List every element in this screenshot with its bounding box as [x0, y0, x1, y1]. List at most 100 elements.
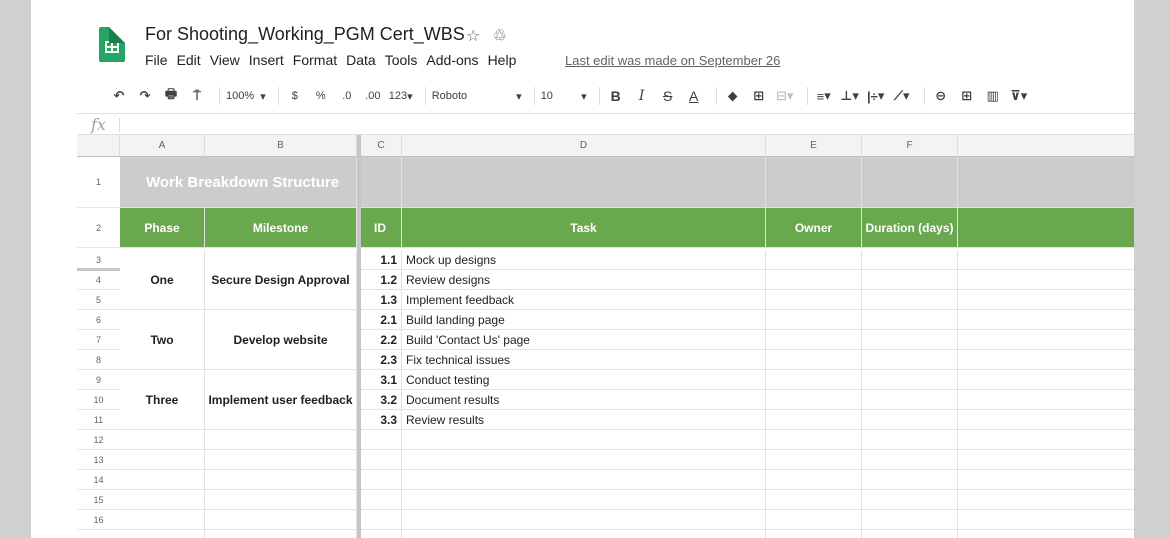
phase-cell[interactable]: Three: [120, 370, 205, 430]
column-header-a[interactable]: A: [120, 135, 205, 157]
cell[interactable]: [402, 157, 766, 208]
task-cell[interactable]: Build 'Contact Us' page: [402, 330, 766, 350]
column-header-blank[interactable]: [958, 135, 1134, 157]
header-duration[interactable]: Duration (days): [862, 208, 958, 248]
menu-file[interactable]: File: [145, 52, 168, 68]
column-header-c[interactable]: C: [361, 135, 402, 157]
bold-button[interactable]: B: [606, 84, 626, 108]
owner-column-cells[interactable]: [766, 250, 862, 538]
menu-insert[interactable]: Insert: [249, 52, 284, 68]
menu-format[interactable]: Format: [293, 52, 337, 68]
header-task[interactable]: Task: [402, 208, 766, 248]
cell[interactable]: [361, 157, 402, 208]
text-color-button[interactable]: A: [684, 84, 704, 108]
filter-icon[interactable]: ⊽ ▾: [1009, 84, 1029, 108]
row-header-12[interactable]: 12: [77, 430, 120, 450]
redo-icon[interactable]: ↷: [135, 84, 155, 108]
frozen-row-divider[interactable]: [77, 268, 120, 271]
frozen-column-divider[interactable]: [357, 135, 361, 538]
task-id-cell[interactable]: 2.3: [361, 350, 402, 370]
zoom-select[interactable]: 100% ▾: [226, 84, 266, 108]
row-header-3[interactable]: 3: [77, 250, 120, 270]
task-cell[interactable]: Review designs: [402, 270, 766, 290]
row-header-5[interactable]: 5: [77, 290, 120, 310]
blank-column-cells[interactable]: [958, 250, 1134, 538]
row-header-10[interactable]: 10: [77, 390, 120, 410]
select-all-corner[interactable]: [77, 135, 120, 157]
fill-color-icon[interactable]: ⬥: [723, 84, 743, 108]
row-header-13[interactable]: 13: [77, 450, 120, 470]
column-header-d[interactable]: D: [402, 135, 766, 157]
phase-cell[interactable]: Two: [120, 310, 205, 370]
task-cell[interactable]: Review results: [402, 410, 766, 430]
menu-view[interactable]: View: [210, 52, 240, 68]
print-icon[interactable]: 🖶: [161, 84, 181, 108]
task-id-cell[interactable]: 1.2: [361, 270, 402, 290]
phase-cell[interactable]: One: [120, 250, 205, 310]
task-cell[interactable]: Fix technical issues: [402, 350, 766, 370]
row-header-14[interactable]: 14: [77, 470, 120, 490]
task-id-cell[interactable]: 3.2: [361, 390, 402, 410]
header-id[interactable]: ID: [361, 208, 402, 248]
increase-decimal-button[interactable]: .00: [363, 84, 383, 108]
header-owner[interactable]: Owner: [766, 208, 862, 248]
cell[interactable]: [958, 208, 1134, 248]
sheets-logo-icon[interactable]: [99, 27, 125, 62]
row-header-9[interactable]: 9: [77, 370, 120, 390]
text-rotation-icon[interactable]: ⟋ ▾: [892, 84, 912, 108]
task-cell[interactable]: Implement feedback: [402, 290, 766, 310]
decrease-decimal-button[interactable]: .0: [337, 84, 357, 108]
empty-cells[interactable]: [120, 430, 205, 538]
comment-icon[interactable]: ⊞: [957, 84, 977, 108]
paint-format-icon[interactable]: ⍑: [187, 84, 207, 108]
task-id-cell[interactable]: 1.3: [361, 290, 402, 310]
empty-cells[interactable]: [361, 430, 402, 538]
row-header-8[interactable]: 8: [77, 350, 120, 370]
menu-data[interactable]: Data: [346, 52, 376, 68]
sheet-title-cell[interactable]: Work Breakdown Structure: [120, 157, 357, 208]
font-size-select[interactable]: 10 ▾: [541, 84, 587, 108]
cloud-status-icon[interactable]: ♲: [492, 26, 506, 46]
empty-cells[interactable]: [402, 430, 766, 538]
borders-icon[interactable]: ⊞: [749, 84, 769, 108]
milestone-cell[interactable]: Implement user feedback: [205, 370, 357, 430]
task-cell[interactable]: Mock up designs: [402, 250, 766, 270]
task-cell[interactable]: Build landing page: [402, 310, 766, 330]
task-cell[interactable]: Document results: [402, 390, 766, 410]
undo-icon[interactable]: ↶: [109, 84, 129, 108]
header-phase[interactable]: Phase: [120, 208, 205, 248]
menu-edit[interactable]: Edit: [177, 52, 201, 68]
column-header-b[interactable]: B: [205, 135, 357, 157]
row-header-7[interactable]: 7: [77, 330, 120, 350]
task-id-cell[interactable]: 2.1: [361, 310, 402, 330]
milestone-cell[interactable]: Develop website: [205, 310, 357, 370]
vertical-align-icon[interactable]: ⊥ ▾: [840, 84, 860, 108]
cell[interactable]: [862, 157, 958, 208]
currency-format-button[interactable]: $: [285, 84, 305, 108]
task-id-cell[interactable]: 2.2: [361, 330, 402, 350]
menu-help[interactable]: Help: [488, 52, 517, 68]
font-select[interactable]: Roboto ▾: [432, 84, 522, 108]
row-header-11[interactable]: 11: [77, 410, 120, 430]
link-icon[interactable]: ⊖: [931, 84, 951, 108]
row-header-4[interactable]: 4: [77, 270, 120, 290]
row-header-15[interactable]: 15: [77, 490, 120, 510]
column-header-f[interactable]: F: [862, 135, 958, 157]
task-id-cell[interactable]: 3.3: [361, 410, 402, 430]
merge-cells-icon[interactable]: ⊟ ▾: [775, 84, 795, 108]
row-header-6[interactable]: 6: [77, 310, 120, 330]
text-wrap-icon[interactable]: |÷ ▾: [866, 84, 886, 108]
strikethrough-button[interactable]: S: [658, 84, 678, 108]
column-header-e[interactable]: E: [766, 135, 862, 157]
star-icon[interactable]: ☆: [466, 26, 480, 46]
last-edit-link[interactable]: Last edit was made on September 26: [565, 53, 780, 68]
task-id-cell[interactable]: 1.1: [361, 250, 402, 270]
percent-format-button[interactable]: %: [311, 84, 331, 108]
cell[interactable]: [766, 157, 862, 208]
row-header-2[interactable]: 2: [77, 208, 120, 248]
task-cell[interactable]: Conduct testing: [402, 370, 766, 390]
document-title[interactable]: For Shooting_Working_PGM Cert_WBS: [145, 24, 465, 45]
chart-icon[interactable]: ▥: [983, 84, 1003, 108]
cell[interactable]: [958, 157, 1134, 208]
menu-tools[interactable]: Tools: [385, 52, 418, 68]
